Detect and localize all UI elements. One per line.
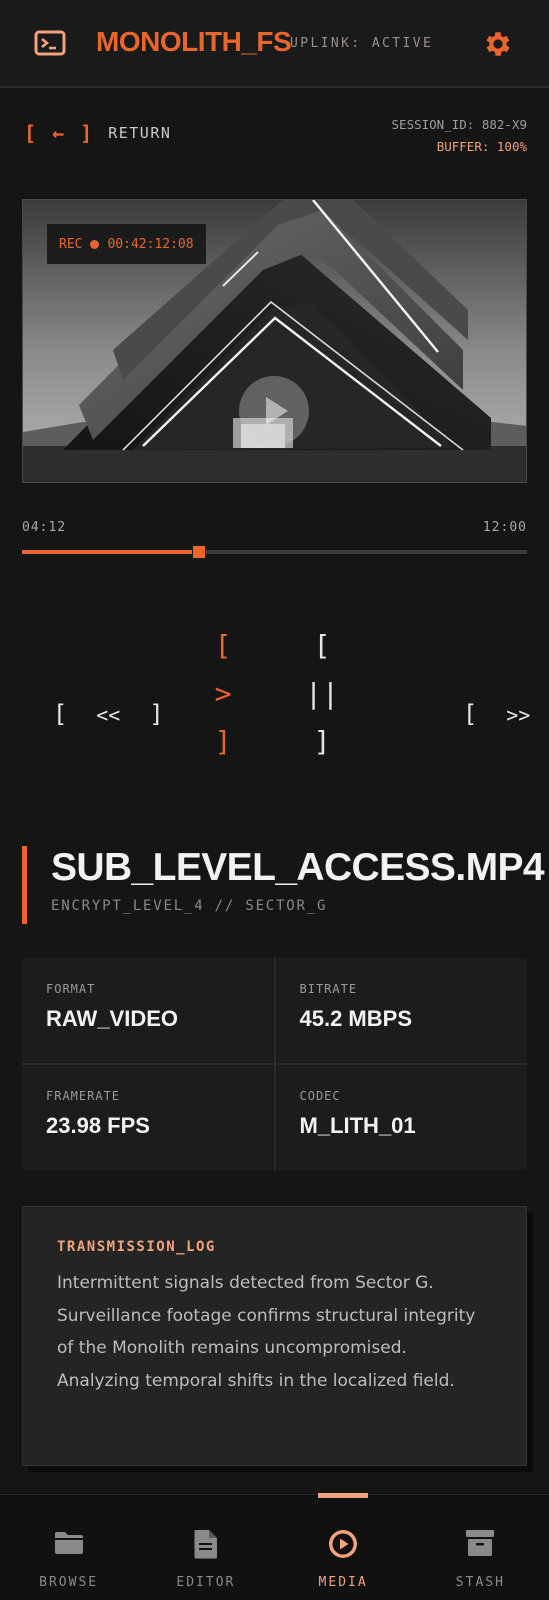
pause-bracket-top: [ xyxy=(313,629,331,662)
rewind-icon: << xyxy=(96,703,121,727)
app-title: MONOLITH_FS xyxy=(96,26,292,57)
return-label: RETURN xyxy=(108,124,172,142)
stat-framerate: FRAMERATE 23.98 FPS xyxy=(22,1065,274,1170)
transmission-log-card: TRANSMISSION_LOG Intermittent signals de… xyxy=(22,1206,527,1466)
return-button[interactable]: [ ← ] RETURN xyxy=(24,118,171,148)
folder-icon xyxy=(54,1532,83,1554)
pause-glyph-icon: || xyxy=(305,677,339,710)
session-info: SESSION_ID: 882-X9 BUFFER: 100% xyxy=(392,114,527,158)
stat-value: RAW_VIDEO xyxy=(46,1006,179,1031)
pause-bracket-bottom: ] xyxy=(313,725,331,758)
nav-label: MEDIA xyxy=(318,1575,368,1590)
log-title: TRANSMISSION_LOG xyxy=(57,1239,216,1255)
uplink-status: UPLINK: ACTIVE xyxy=(290,36,434,51)
fast-forward-button[interactable]: [ >> ] xyxy=(434,672,549,728)
stat-value: 23.98 FPS xyxy=(46,1113,150,1138)
session-id: SESSION_ID: 882-X9 xyxy=(391,117,527,132)
terminal-icon[interactable] xyxy=(34,30,66,56)
log-body: Intermittent signals detected from Secto… xyxy=(57,1273,476,1391)
play-button[interactable]: [ > ] xyxy=(208,622,238,766)
active-indicator xyxy=(318,1493,369,1498)
stat-value: 45.2 MBPS xyxy=(299,1006,413,1031)
stat-bitrate: BITRATE 45.2 MBPS xyxy=(275,958,527,1063)
nav-item-stash[interactable]: STASH xyxy=(412,1495,549,1600)
nav-item-media[interactable]: MEDIA xyxy=(275,1493,412,1600)
document-icon xyxy=(194,1530,217,1559)
pause-button[interactable]: [ || ] xyxy=(305,622,339,766)
play-glyph-icon: > xyxy=(214,677,232,710)
progress-slider[interactable] xyxy=(22,545,527,559)
file-title-block: SUB_LEVEL_ACCESS.MP4 ENCRYPT_LEVEL_4 // … xyxy=(22,846,545,924)
stat-format: FORMAT RAW_VIDEO xyxy=(22,958,274,1063)
progress-fill xyxy=(22,550,199,554)
progress-handle[interactable] xyxy=(191,545,206,559)
file-stats-grid: FORMAT RAW_VIDEO BITRATE 45.2 MBPS FRAME… xyxy=(22,958,527,1170)
current-time: 04:12 xyxy=(22,520,67,535)
record-dot-icon xyxy=(90,239,100,249)
stat-value: M_LITH_01 xyxy=(299,1113,416,1138)
nav-item-editor[interactable]: EDITOR xyxy=(137,1495,274,1600)
nav-label: STASH xyxy=(455,1575,505,1590)
video-player[interactable]: REC 00:42:12:08 xyxy=(22,199,527,483)
top-app-bar: MONOLITH_FS UPLINK: ACTIVE xyxy=(0,0,549,88)
stat-label: CODEC xyxy=(299,1089,341,1103)
stat-label: FORMAT xyxy=(46,982,96,996)
nav-label: EDITOR xyxy=(176,1575,236,1590)
stat-label: BITRATE xyxy=(299,982,358,996)
forward-bracket-left: [ xyxy=(462,700,478,728)
archive-icon xyxy=(466,1530,495,1556)
stat-label: FRAMERATE xyxy=(46,1089,121,1103)
play-icon[interactable] xyxy=(239,376,309,446)
bottom-nav: BROWSE EDITOR MEDIA STASH xyxy=(0,1493,549,1600)
file-subtitle: ENCRYPT_LEVEL_4 // SECTOR_G xyxy=(51,898,328,914)
file-name: SUB_LEVEL_ACCESS.MP4 xyxy=(51,846,545,889)
nav-item-browse[interactable]: BROWSE xyxy=(0,1495,137,1600)
play-bracket-top: [ xyxy=(214,629,232,662)
rewind-button[interactable]: [ << ] xyxy=(24,672,164,728)
gear-icon[interactable] xyxy=(482,28,514,60)
rec-timecode: 00:42:12:08 xyxy=(107,236,194,252)
fast-forward-icon: >> xyxy=(506,703,531,727)
nav-label: BROWSE xyxy=(39,1575,99,1590)
buffer-status: BUFFER: 100% xyxy=(436,139,527,154)
play-bracket-bottom: ] xyxy=(214,725,232,758)
rec-label: REC xyxy=(59,236,83,252)
total-time: 12:00 xyxy=(482,520,527,535)
stat-codec: CODEC M_LITH_01 xyxy=(275,1065,527,1170)
play-circle-icon xyxy=(329,1530,358,1558)
rec-badge: REC 00:42:12:08 xyxy=(47,224,206,264)
back-arrow-icon: [ ← ] xyxy=(24,121,95,145)
rewind-bracket-left: [ xyxy=(52,700,68,728)
rewind-bracket-right: ] xyxy=(149,700,164,728)
